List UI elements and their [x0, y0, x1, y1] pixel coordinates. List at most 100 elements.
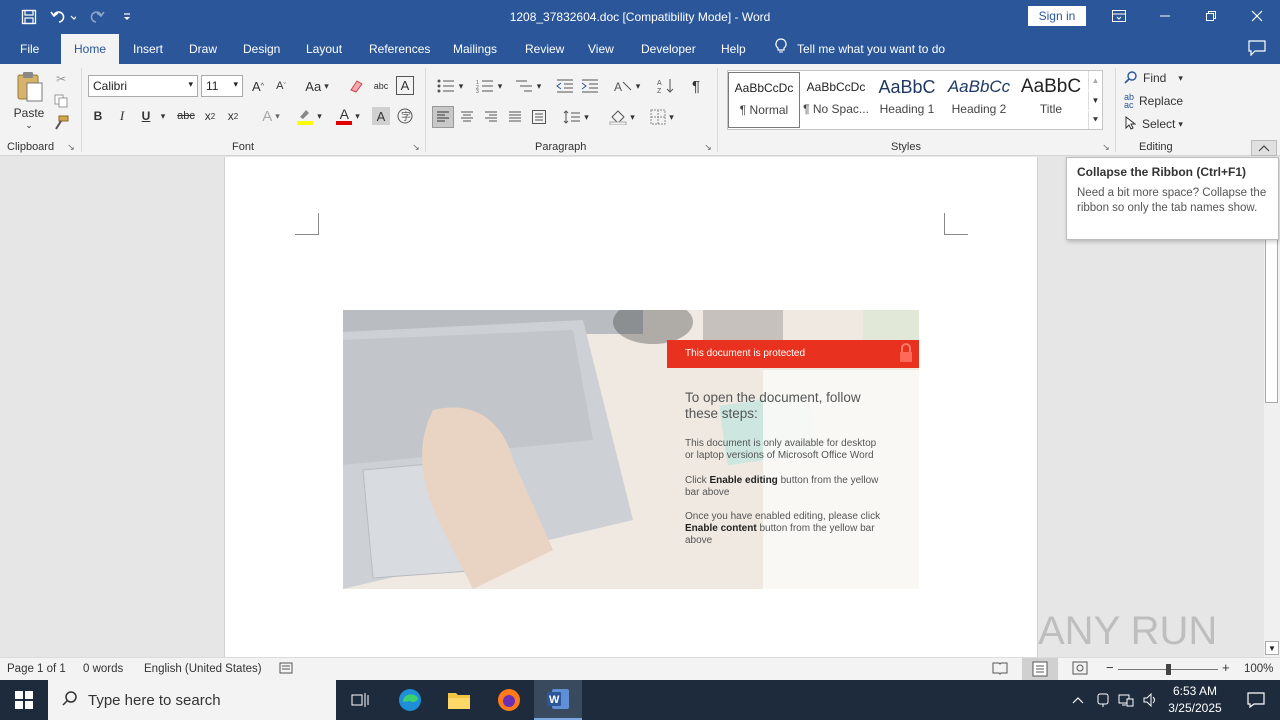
- tab-design[interactable]: Design: [231, 34, 292, 64]
- document-page[interactable]: This document is protected To open the d…: [224, 157, 1038, 657]
- font-size-box[interactable]: 11 ▾: [201, 75, 243, 97]
- bullets-button[interactable]: ▾: [433, 77, 467, 95]
- cut-icon[interactable]: ✂: [52, 70, 70, 88]
- asian-layout-button[interactable]: A ▾: [610, 77, 644, 95]
- select-button[interactable]: Select ▾: [1124, 115, 1194, 133]
- line-spacing-button[interactable]: ▾: [559, 107, 593, 127]
- ribbon-display-options-icon[interactable]: [1096, 0, 1142, 32]
- replace-button[interactable]: ab ac Replace: [1124, 92, 1194, 110]
- restore-icon[interactable]: [1188, 0, 1234, 32]
- zoom-out-button[interactable]: −: [1106, 660, 1114, 675]
- superscript-button[interactable]: x2: [224, 107, 242, 125]
- align-right-button[interactable]: [481, 107, 501, 127]
- tab-home[interactable]: Home: [61, 34, 119, 64]
- multilevel-list-button[interactable]: ▾: [511, 77, 545, 95]
- find-button[interactable]: Find ▾: [1124, 69, 1194, 87]
- borders-button[interactable]: ▾: [645, 107, 679, 127]
- highlight-color-button[interactable]: ▾: [292, 107, 326, 125]
- tab-references[interactable]: References: [357, 34, 442, 64]
- print-layout-icon[interactable]: [1022, 658, 1058, 680]
- show-hide-formatting-button[interactable]: ¶: [686, 77, 706, 95]
- file-explorer-icon[interactable]: [435, 680, 483, 720]
- zoom-level[interactable]: 100%: [1244, 663, 1273, 675]
- network-icon[interactable]: [1115, 680, 1137, 720]
- paste-button-label[interactable]: Paste: [10, 106, 48, 120]
- language-indicator[interactable]: English (United States): [144, 663, 262, 675]
- distributed-button[interactable]: [529, 107, 549, 127]
- format-painter-icon[interactable]: [52, 114, 70, 132]
- character-border-icon[interactable]: A: [396, 76, 414, 95]
- copy-icon[interactable]: [52, 92, 70, 110]
- task-view-icon[interactable]: [336, 680, 384, 720]
- tab-view[interactable]: View: [576, 34, 626, 64]
- clipboard-launcher-icon[interactable]: ↘: [66, 142, 76, 152]
- subscript-button[interactable]: x2: [201, 107, 219, 125]
- font-size-dropdown-icon[interactable]: ▾: [233, 79, 238, 90]
- sign-in-button[interactable]: Sign in: [1028, 6, 1086, 26]
- tab-developer[interactable]: Developer: [629, 34, 708, 64]
- zoom-slider-thumb[interactable]: [1166, 664, 1171, 675]
- decrease-indent-icon[interactable]: [555, 77, 575, 95]
- shrink-font-icon[interactable]: Aˇ: [272, 77, 290, 95]
- phonetic-guide-icon[interactable]: abc: [371, 77, 391, 95]
- styles-scroll-up-icon[interactable]: ▲: [1088, 71, 1102, 90]
- word-taskbar-icon[interactable]: W: [534, 680, 582, 720]
- enclose-characters-icon[interactable]: 字: [396, 107, 414, 125]
- windows-start-icon[interactable]: [0, 680, 48, 720]
- character-shading-button[interactable]: A: [372, 107, 390, 125]
- meet-now-icon[interactable]: [1092, 680, 1114, 720]
- tab-insert[interactable]: Insert: [121, 34, 175, 64]
- show-hidden-icons-icon[interactable]: [1066, 680, 1090, 720]
- styles-scroll-down-icon[interactable]: ▼: [1088, 91, 1102, 110]
- web-layout-icon[interactable]: [1072, 661, 1088, 678]
- align-left-button[interactable]: [432, 106, 454, 128]
- bold-button[interactable]: B: [89, 107, 107, 125]
- font-name-dropdown-icon[interactable]: ▾: [188, 79, 193, 90]
- font-name-box[interactable]: Calibri ▾: [88, 75, 198, 97]
- style-heading-2[interactable]: AaBbCc Heading 2: [943, 72, 1015, 128]
- word-count[interactable]: 0 words: [83, 663, 123, 675]
- style-title[interactable]: AaBbC Title: [1015, 72, 1087, 128]
- tab-draw[interactable]: Draw: [177, 34, 229, 64]
- justify-button[interactable]: [505, 107, 525, 127]
- close-icon[interactable]: [1234, 0, 1280, 32]
- system-clock[interactable]: 6:53 AM 3/25/2025: [1162, 683, 1228, 717]
- tell-me-search[interactable]: Tell me what you want to do: [775, 34, 945, 64]
- style-normal[interactable]: AaBbCcDc ¶ Normal: [728, 72, 800, 128]
- styles-more-icon[interactable]: ⯆: [1088, 111, 1102, 129]
- tab-review[interactable]: Review: [513, 34, 576, 64]
- font-color-button[interactable]: A ▾: [331, 107, 365, 125]
- increase-indent-icon[interactable]: [580, 77, 600, 95]
- style-no-spacing[interactable]: AaBbCcDc ¶ No Spac...: [800, 72, 872, 128]
- minimize-icon[interactable]: [1142, 0, 1188, 32]
- sort-icon[interactable]: AZ: [656, 77, 676, 95]
- scrollbar-thumb[interactable]: [1265, 237, 1278, 403]
- read-mode-icon[interactable]: [992, 661, 1008, 678]
- tab-help[interactable]: Help: [709, 34, 758, 64]
- strikethrough-button[interactable]: abc: [175, 107, 197, 125]
- scroll-down-icon[interactable]: ▼: [1265, 641, 1279, 655]
- tab-file[interactable]: File: [8, 34, 51, 64]
- text-effects-button[interactable]: A ▾: [256, 107, 286, 125]
- italic-button[interactable]: I: [113, 107, 131, 125]
- comments-icon[interactable]: [1248, 40, 1266, 59]
- zoom-in-button[interactable]: +: [1222, 660, 1230, 675]
- volume-icon[interactable]: [1140, 680, 1162, 720]
- numbering-button[interactable]: 1 2 3 ▾: [472, 77, 506, 95]
- tab-layout[interactable]: Layout: [294, 34, 354, 64]
- styles-launcher-icon[interactable]: ↘: [1101, 142, 1111, 152]
- underline-dropdown-icon[interactable]: ▾: [157, 107, 169, 125]
- change-case-button[interactable]: Aa ▾: [300, 77, 334, 95]
- clear-formatting-icon[interactable]: [346, 77, 366, 95]
- macro-recording-icon[interactable]: [279, 661, 293, 678]
- notifications-icon[interactable]: [1232, 680, 1280, 720]
- edge-browser-icon[interactable]: [386, 680, 434, 720]
- paragraph-launcher-icon[interactable]: ↘: [703, 142, 713, 152]
- firefox-icon[interactable]: [485, 680, 533, 720]
- grow-font-icon[interactable]: A ^: [249, 77, 267, 95]
- style-heading-1[interactable]: AaBbC Heading 1: [871, 72, 943, 128]
- underline-button[interactable]: U: [137, 107, 155, 125]
- paste-icon[interactable]: [10, 70, 48, 104]
- align-center-button[interactable]: [457, 107, 477, 127]
- taskbar-search[interactable]: Type here to search: [48, 680, 336, 720]
